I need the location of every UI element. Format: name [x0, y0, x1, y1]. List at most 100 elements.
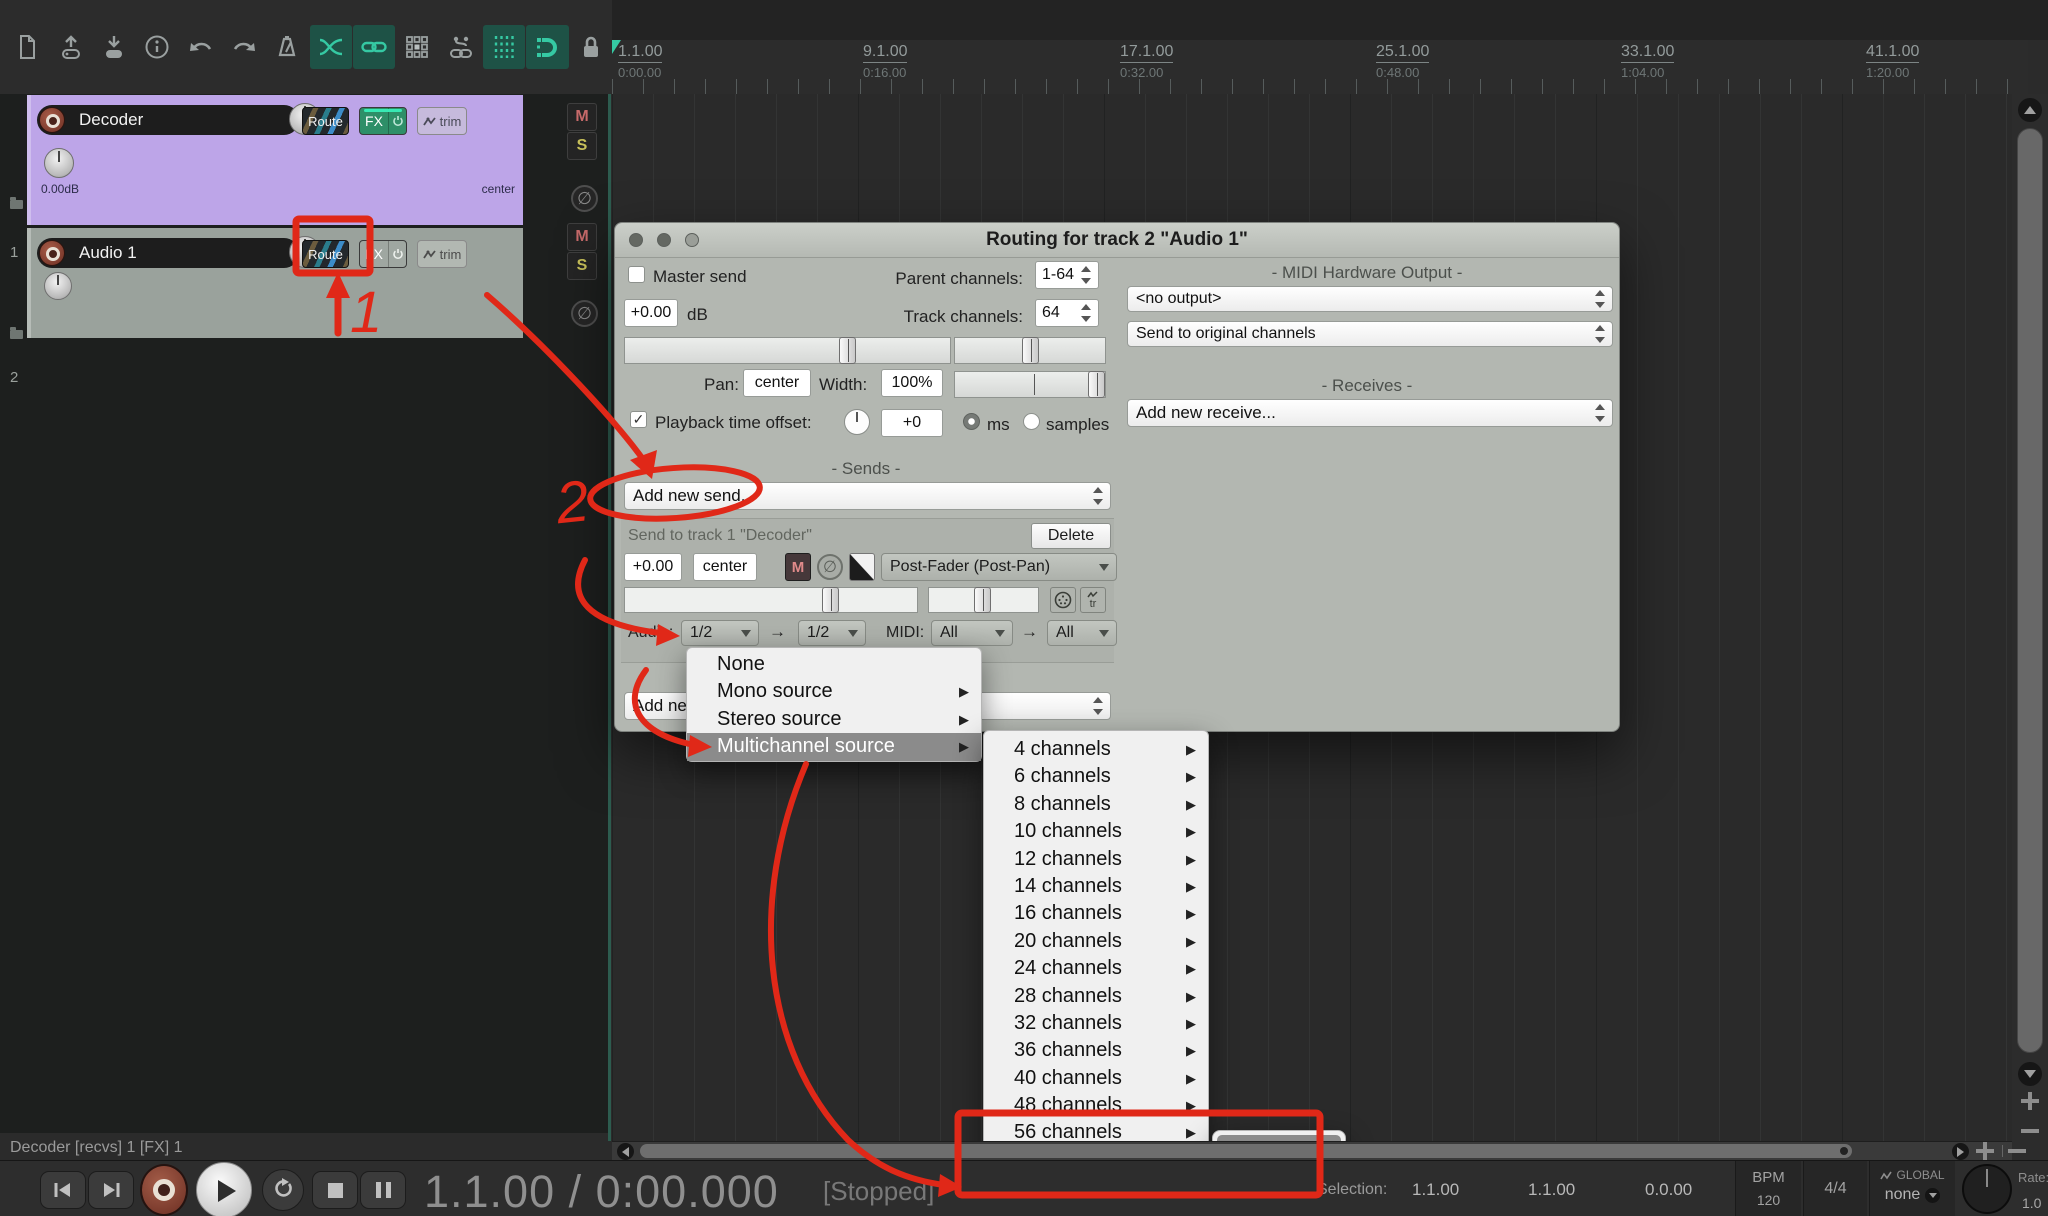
record-arm-button[interactable] [39, 107, 65, 133]
menu-item[interactable]: 28 channels▶ [984, 983, 1208, 1010]
midi-src-dropdown[interactable]: All [931, 620, 1013, 646]
track-name[interactable]: Decoder [79, 110, 143, 130]
time-signature-box[interactable]: 4/4 [1803, 1161, 1867, 1216]
fx-button[interactable]: FX [359, 240, 407, 268]
trim-button[interactable]: trim [417, 107, 467, 135]
route-button[interactable]: Route [302, 107, 349, 135]
menu-item[interactable]: Mono source▶ [687, 678, 981, 705]
send-mode-icon[interactable] [849, 553, 875, 581]
zoom-in-horizontal-icon[interactable] [1976, 1142, 1994, 1160]
record-button[interactable] [140, 1164, 188, 1216]
track-audio1[interactable]: Audio 1 Route FX trim [27, 228, 523, 338]
menu-item[interactable]: 10 channels▶ [984, 818, 1208, 845]
transport-position[interactable]: 1.1.00 / 0:00.000 [424, 1166, 779, 1216]
menu-item[interactable]: 16 channels▶ [984, 900, 1208, 927]
track-decoder[interactable]: Decoder Route FX trim 0.00dB center [27, 95, 523, 225]
ms-radio[interactable] [963, 413, 980, 430]
width-slider[interactable] [954, 337, 1106, 364]
menu-item[interactable]: 8 channels▶ [984, 791, 1208, 818]
solo-button[interactable]: S [567, 252, 597, 280]
pan-field[interactable]: center [743, 369, 811, 397]
grid-blocks-icon[interactable] [396, 25, 438, 69]
phase-button[interactable]: ∅ [571, 185, 598, 212]
pan-slider-handle[interactable] [839, 337, 856, 364]
midi-dst-dropdown[interactable]: All [1047, 620, 1117, 646]
link-icon[interactable] [353, 25, 395, 69]
menu-item[interactable]: 6 channels▶ [984, 763, 1208, 790]
master-send-checkbox[interactable] [628, 266, 645, 283]
route-button[interactable]: Route [302, 240, 349, 268]
horizontal-scroll-thumb[interactable] [640, 1144, 1852, 1158]
send-volume-handle[interactable] [822, 587, 839, 613]
record-arm-button[interactable] [39, 240, 65, 266]
rate-value[interactable]: 1.0 [2022, 1195, 2041, 1211]
mute-button[interactable]: M [567, 223, 597, 251]
menu-item[interactable]: None▶ [687, 651, 981, 678]
zoom-in-vertical-icon[interactable] [2021, 1092, 2039, 1110]
lock-icon[interactable] [570, 25, 612, 69]
global-automation-box[interactable]: GLOBAL none [1869, 1161, 1955, 1216]
info-icon[interactable] [136, 25, 178, 69]
delete-send-button[interactable]: Delete [1031, 523, 1111, 549]
playback-offset-checkbox[interactable]: ✓ [630, 411, 647, 428]
menu-item[interactable]: 12 channels▶ [984, 846, 1208, 873]
add-receive-dropdown[interactable]: Add new receive... [1127, 399, 1613, 427]
pause-button[interactable] [360, 1171, 406, 1209]
new-file-icon[interactable] [6, 25, 48, 69]
repeat-button[interactable] [262, 1169, 304, 1211]
zoom-out-vertical-icon[interactable] [2021, 1122, 2039, 1140]
dual-pan-slider[interactable] [954, 371, 1106, 398]
vertical-scroll-thumb[interactable] [2017, 128, 2043, 1053]
audio-dst-dropdown[interactable]: 1/2 [798, 620, 866, 646]
fx-button[interactable]: FX [359, 107, 407, 135]
audio-src-dropdown[interactable]: 1/2 [681, 620, 759, 646]
midi-output-mode-dropdown[interactable]: Send to original channels [1127, 321, 1613, 347]
trim-send-button[interactable]: tr [1080, 587, 1106, 613]
dual-pan-handle[interactable] [1088, 371, 1105, 398]
parent-channels-stepper[interactable]: 1-64 [1035, 261, 1099, 289]
midi-icon[interactable] [1050, 587, 1076, 613]
folder-icon[interactable] [10, 200, 23, 209]
mute-button[interactable]: M [567, 103, 597, 131]
selection-start[interactable]: 1.1.00 [1412, 1180, 1459, 1200]
pan-slider[interactable] [624, 337, 951, 364]
routing-link-icon[interactable] [440, 25, 482, 69]
menu-item[interactable]: 48 channels▶ [984, 1092, 1208, 1119]
redo-icon[interactable] [223, 25, 265, 69]
menu-item[interactable]: 32 channels▶ [984, 1010, 1208, 1037]
folder-icon[interactable] [10, 330, 23, 339]
import-icon[interactable] [93, 25, 135, 69]
width-field[interactable]: 100% [881, 369, 943, 397]
midi-output-dropdown[interactable]: <no output> [1127, 286, 1613, 312]
metronome-icon[interactable] [266, 25, 308, 69]
play-button[interactable] [196, 1162, 252, 1216]
menu-item[interactable]: 24 channels▶ [984, 955, 1208, 982]
stop-button[interactable] [312, 1171, 358, 1209]
global-value[interactable]: none [1885, 1186, 1921, 1204]
menu-item[interactable]: Multichannel source▶ [687, 733, 981, 760]
scroll-left-icon[interactable] [617, 1143, 634, 1160]
add-send-dropdown[interactable]: Add new send... [624, 482, 1111, 510]
menu-item[interactable]: 36 channels▶ [984, 1037, 1208, 1064]
playrate-knob[interactable] [1962, 1164, 2012, 1214]
crossfade-icon[interactable] [310, 25, 352, 69]
send-pan-slider[interactable] [928, 587, 1039, 613]
horizontal-scrollbar[interactable] [612, 1141, 2012, 1161]
send-volume-slider[interactable] [624, 587, 918, 613]
selection-end[interactable]: 1.1.00 [1528, 1180, 1575, 1200]
snap-magnet-icon[interactable] [526, 25, 568, 69]
undo-icon[interactable] [179, 25, 221, 69]
phase-button[interactable]: ∅ [571, 300, 598, 327]
trim-button[interactable]: trim [417, 240, 467, 268]
solo-button[interactable]: S [567, 132, 597, 160]
menu-item[interactable]: 4 channels▶ [984, 736, 1208, 763]
scroll-right-icon[interactable] [1952, 1143, 1969, 1160]
track-name[interactable]: Audio 1 [79, 243, 137, 263]
send-mute-button[interactable]: M [785, 553, 811, 581]
bpm-box[interactable]: BPM 120 [1735, 1161, 1801, 1216]
scroll-up-icon[interactable] [2018, 98, 2042, 122]
send-mode-dropdown[interactable]: Post-Fader (Post-Pan) [881, 553, 1117, 581]
offset-knob[interactable] [844, 409, 870, 435]
send-pan-field[interactable]: center [693, 553, 757, 581]
send-phase-button[interactable]: ∅ [817, 554, 843, 580]
